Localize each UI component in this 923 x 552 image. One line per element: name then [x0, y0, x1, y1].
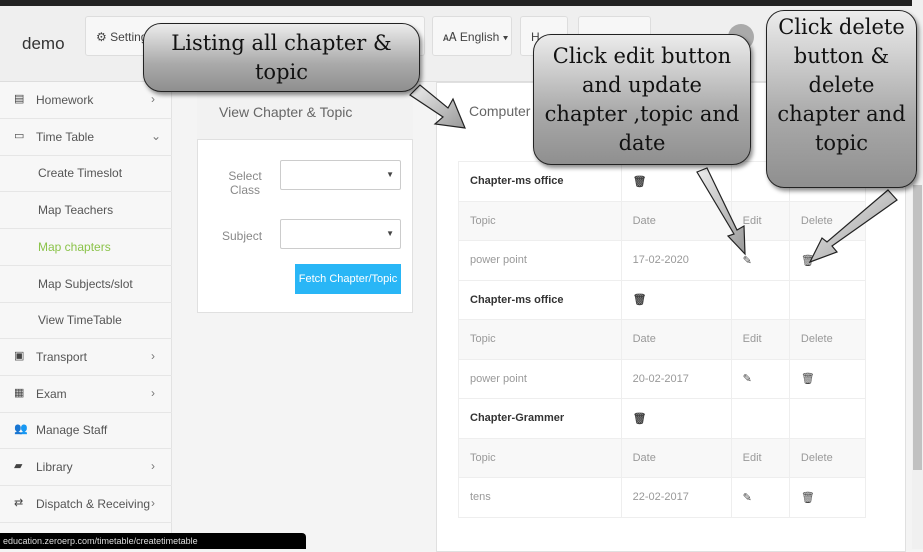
callout-delete: Click delete button & delete chapter and… — [766, 10, 917, 188]
arrow-to-delete — [808, 189, 898, 264]
arrow-to-list — [409, 84, 466, 129]
arrow-to-edit — [696, 167, 746, 256]
callout-listing: Listing all chapter & topic — [143, 23, 420, 92]
callout-edit: Click edit button and update chapter ,to… — [533, 34, 751, 165]
